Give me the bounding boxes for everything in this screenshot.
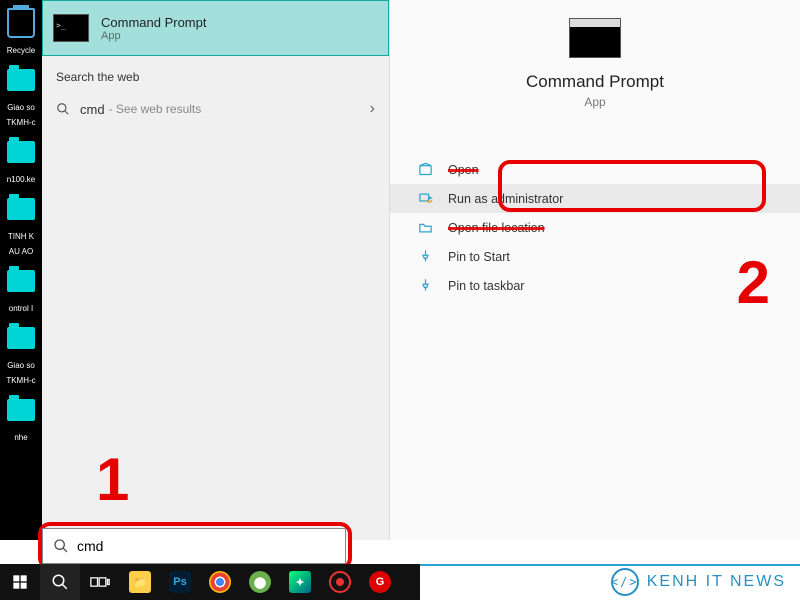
start-search-box[interactable] <box>42 528 346 564</box>
action-label: Pin to Start <box>448 250 510 264</box>
taskbar-app-generic-green[interactable]: ⬤ <box>240 564 280 600</box>
annotation-number-1: 1 <box>96 445 129 514</box>
taskbar-app-file-explorer[interactable]: 📁 <box>120 564 160 600</box>
desktop-label: AU AO <box>0 247 42 256</box>
taskbar: 📁 Ps ⬤ ✦ G <box>0 564 420 600</box>
admin-shield-icon <box>416 191 434 206</box>
desktop-label: ontrol I <box>0 304 42 313</box>
taskbar-app-garena[interactable]: G <box>360 564 400 600</box>
command-prompt-large-icon <box>569 18 621 58</box>
desktop-icon[interactable] <box>2 190 40 228</box>
desktop-label: nhe <box>0 433 42 442</box>
search-icon <box>56 102 70 116</box>
best-match-title: Command Prompt <box>101 15 206 30</box>
command-prompt-icon <box>53 14 89 42</box>
desktop-icon[interactable] <box>2 4 40 42</box>
web-result-row[interactable]: cmd - See web results › <box>42 92 389 126</box>
taskbar-app-generic[interactable]: ✦ <box>280 564 320 600</box>
best-match-subtitle: App <box>101 30 206 42</box>
taskbar-search-button[interactable] <box>40 564 80 600</box>
open-icon <box>416 162 434 177</box>
details-subtitle: App <box>390 95 800 109</box>
desktop-icon[interactable] <box>2 319 40 357</box>
desktop-background-strip: Recycle Giao so TKMH-c n100.ke TINH K AU… <box>0 0 42 540</box>
action-open-file-location[interactable]: Open file location <box>390 213 800 242</box>
pin-icon <box>416 278 434 293</box>
desktop-label: TKMH-c <box>0 118 42 127</box>
best-match-result[interactable]: Command Prompt App <box>42 0 389 56</box>
desktop-label: Giao so <box>0 103 42 112</box>
desktop-icon[interactable] <box>2 61 40 99</box>
action-run-as-administrator[interactable]: Run as administrator <box>390 184 800 213</box>
details-title: Command Prompt <box>390 72 800 92</box>
site-watermark: </> KENH IT NEWS <box>611 568 786 596</box>
pin-icon <box>416 249 434 264</box>
folder-icon <box>416 220 434 235</box>
action-label: Pin to taskbar <box>448 279 524 293</box>
watermark-text: KENH IT NEWS <box>647 573 786 591</box>
action-open[interactable]: Open <box>390 155 800 184</box>
taskbar-app-photoshop[interactable]: Ps <box>160 564 200 600</box>
desktop-label: TKMH-c <box>0 376 42 385</box>
annotation-number-2: 2 <box>737 248 770 317</box>
task-view-button[interactable] <box>80 564 120 600</box>
desktop-icon[interactable] <box>2 391 40 429</box>
taskbar-app-record[interactable] <box>320 564 360 600</box>
action-label: Open <box>448 163 479 177</box>
desktop-label: Recycle <box>0 46 42 55</box>
chevron-right-icon: › <box>370 100 375 118</box>
start-button[interactable] <box>0 564 40 600</box>
search-icon <box>53 538 69 554</box>
desktop-icon[interactable] <box>2 133 40 171</box>
desktop-label: TINH K <box>0 232 42 241</box>
desktop-icon[interactable] <box>2 262 40 300</box>
web-hint-text: - See web results <box>109 102 202 116</box>
desktop-label: Giao so <box>0 361 42 370</box>
search-web-heading: Search the web <box>42 56 389 92</box>
watermark-logo-icon: </> <box>611 568 639 596</box>
search-input[interactable] <box>77 538 335 554</box>
start-search-panel: Command Prompt App Search the web cmd - … <box>42 0 390 540</box>
taskbar-app-chrome[interactable] <box>200 564 240 600</box>
desktop-label: n100.ke <box>0 175 42 184</box>
action-label: Run as administrator <box>448 192 563 206</box>
action-label: Open file location <box>448 221 545 235</box>
web-query-text: cmd <box>80 102 105 117</box>
